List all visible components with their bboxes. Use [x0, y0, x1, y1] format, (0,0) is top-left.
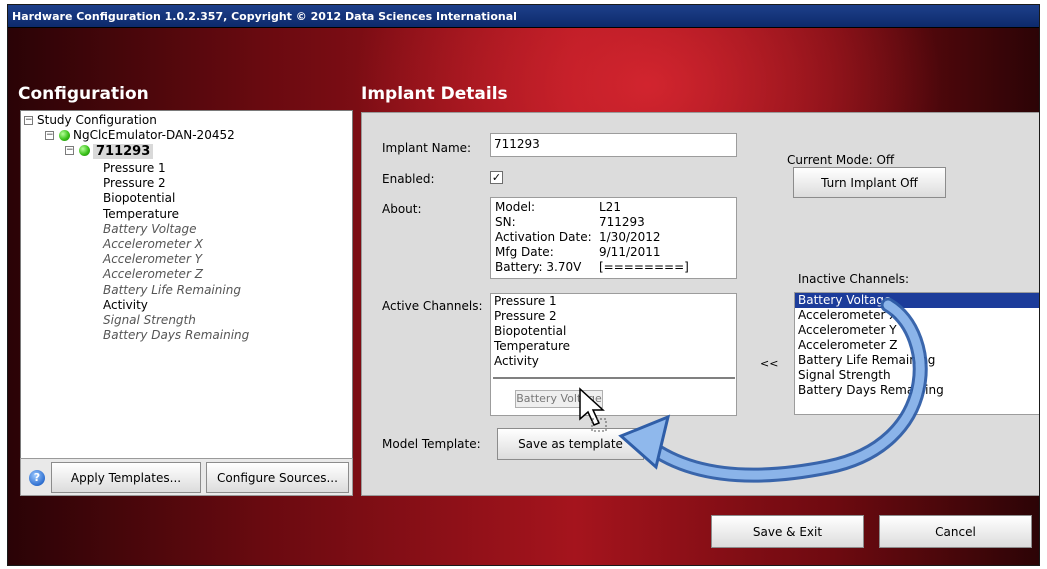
collapse-root-icon[interactable]: −: [24, 116, 33, 125]
collapse-device-icon[interactable]: −: [45, 131, 54, 140]
inactive-channel-item[interactable]: Battery Days Remaining: [795, 383, 1039, 398]
tree-channel-item[interactable]: Biopotential: [103, 191, 175, 206]
tree-channel-item[interactable]: Accelerometer Y: [103, 252, 202, 267]
inactive-channel-item[interactable]: Battery Voltage: [795, 293, 1039, 308]
tree-node-device[interactable]: NgClcEmulator-DAN-20452: [73, 128, 235, 143]
about-label: About:: [382, 202, 422, 216]
dragged-item-ghost: Battery Voltage: [515, 390, 603, 408]
about-model-key: Model:: [495, 200, 536, 214]
implant-status-icon: [79, 145, 90, 156]
configuration-heading: Configuration: [18, 84, 149, 104]
collapse-implant-icon[interactable]: −: [65, 146, 74, 155]
inactive-channel-item[interactable]: Accelerometer Y: [795, 323, 1039, 338]
help-icon[interactable]: ?: [29, 470, 45, 486]
hardware-configuration-window: Hardware Configuration 1.0.2.357, Copyri…: [7, 4, 1040, 566]
about-info-box: Model: L21 SN: 711293 Activation Date: 1/30…: [490, 197, 737, 279]
move-to-active-button[interactable]: <<: [760, 357, 778, 370]
about-mfg-key: Mfg Date:: [495, 245, 554, 259]
tree-channel-item[interactable]: Accelerometer X: [103, 237, 203, 252]
turn-implant-off-button[interactable]: Turn Implant Off: [793, 167, 946, 198]
save-and-exit-button[interactable]: Save & Exit: [711, 515, 864, 548]
implant-details-panel: Implant Name: 711293 Enabled: ✓ About: M…: [361, 112, 1039, 496]
about-battery-gauge: [========]: [599, 260, 689, 274]
enabled-label: Enabled:: [382, 172, 435, 186]
active-channel-item[interactable]: Temperature: [491, 339, 736, 354]
tree-channel-item[interactable]: Activity: [103, 298, 148, 313]
inactive-channel-item[interactable]: Signal Strength: [795, 368, 1039, 383]
active-channels-label: Active Channels:: [382, 299, 483, 313]
tree-channel-item[interactable]: Pressure 1: [103, 161, 166, 176]
about-sn-key: SN:: [495, 215, 516, 229]
model-template-label: Model Template:: [382, 437, 481, 451]
about-sn-value: 711293: [599, 215, 645, 229]
implant-details-heading: Implant Details: [361, 84, 508, 104]
tree-channel-item[interactable]: Battery Days Remaining: [103, 328, 249, 343]
device-status-icon: [59, 130, 70, 141]
inactive-channels-label: Inactive Channels:: [798, 272, 909, 286]
tree-channel-item[interactable]: Signal Strength: [103, 313, 196, 328]
implant-name-input[interactable]: 711293: [490, 133, 737, 157]
active-channel-item[interactable]: Pressure 2: [491, 309, 736, 324]
cancel-button[interactable]: Cancel: [879, 515, 1032, 548]
active-channel-item[interactable]: Pressure 1: [491, 294, 736, 309]
about-battery-key: Battery: 3.70V: [495, 260, 582, 274]
footer-bar: Save & Exit Cancel: [8, 497, 1039, 565]
about-activation-value: 1/30/2012: [599, 230, 661, 244]
active-channel-item[interactable]: Activity: [491, 354, 736, 369]
tree-channel-item[interactable]: Temperature: [103, 207, 179, 222]
inactive-channel-item[interactable]: Accelerometer X: [795, 308, 1039, 323]
active-channels-items: Pressure 1 Pressure 2 Biopotential Temperat…: [491, 294, 736, 369]
enabled-checkbox[interactable]: ✓: [490, 171, 503, 184]
inactive-channel-item[interactable]: Battery Life Remaining: [795, 353, 1039, 368]
tree-channel-item[interactable]: Accelerometer Z: [103, 267, 203, 282]
active-channel-item[interactable]: Biopotential: [491, 324, 736, 339]
inactive-channels-list[interactable]: Battery Voltage Accelerometer X Accelerome…: [794, 292, 1039, 415]
configure-sources-button[interactable]: Configure Sources...: [206, 462, 349, 493]
about-mfg-value: 9/11/2011: [599, 245, 661, 259]
about-activation-key: Activation Date:: [495, 230, 592, 244]
inactive-channel-item[interactable]: Accelerometer Z: [795, 338, 1039, 353]
tree-channel-item[interactable]: Battery Voltage: [103, 222, 196, 237]
tree-channel-item[interactable]: Battery Life Remaining: [103, 283, 241, 298]
title-bar: Hardware Configuration 1.0.2.357, Copyri…: [8, 5, 1039, 28]
configuration-tree[interactable]: − Study Configuration − NgClcEmulator-DA…: [20, 110, 353, 460]
tree-channel-item[interactable]: Pressure 2: [103, 176, 166, 191]
configuration-toolbar: ? Apply Templates... Configure Sources..…: [20, 458, 353, 496]
implant-name-label: Implant Name:: [382, 141, 472, 155]
apply-templates-button[interactable]: Apply Templates...: [51, 462, 201, 493]
tree-node-implant-label: 711293: [93, 144, 154, 159]
inactive-channels-items: Battery Voltage Accelerometer X Accelerome…: [795, 293, 1039, 398]
tree-node-implant[interactable]: 711293: [93, 143, 154, 160]
save-as-template-button[interactable]: Save as template: [497, 428, 644, 460]
current-mode-label: Current Mode: Off: [787, 153, 895, 167]
about-model-value: L21: [599, 200, 621, 214]
drop-insert-marker: [493, 377, 735, 379]
tree-node-study-configuration[interactable]: Study Configuration: [37, 113, 157, 128]
active-channels-list[interactable]: Pressure 1 Pressure 2 Biopotential Temperat…: [490, 293, 737, 416]
